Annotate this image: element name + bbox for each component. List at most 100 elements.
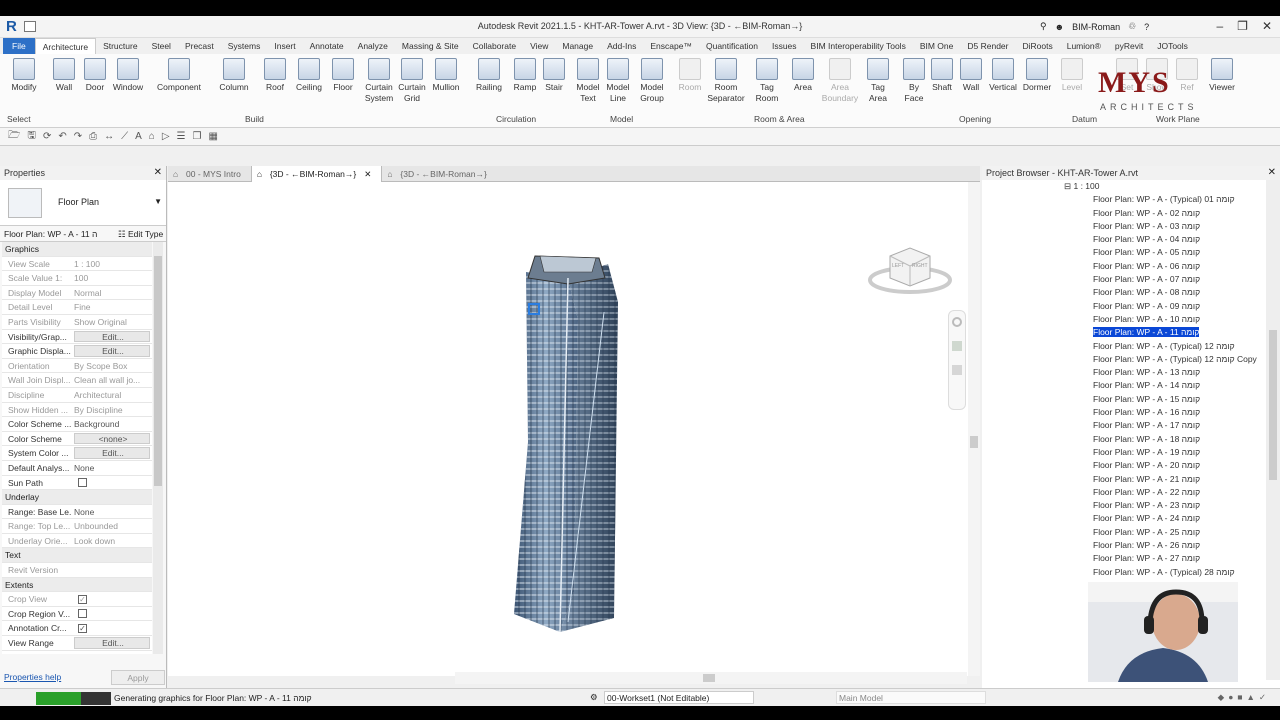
property-row[interactable]: View Range Edit... (2, 636, 152, 651)
ribbon-tab-jotools[interactable]: JOTools (1150, 38, 1195, 54)
property-row[interactable]: Crop View ✓ (2, 592, 152, 607)
tree-item-floor-plan[interactable]: Floor Plan: WP - A - 08 קומה (982, 286, 1266, 299)
floor-button[interactable]: Floor (323, 58, 363, 93)
edit-type-button[interactable]: ☷ Edit Type (118, 226, 163, 242)
property-checkbox[interactable]: ✓ (78, 624, 87, 634)
scrollbar-thumb[interactable] (154, 256, 162, 486)
property-edit-button[interactable]: <none> (74, 432, 150, 445)
property-row[interactable]: Display Model Normal (2, 285, 152, 301)
dimension-icon[interactable]: ⟋ (121, 131, 128, 142)
print-icon[interactable]: ⎙ (89, 131, 97, 142)
user-name[interactable]: BIM-Roman (1072, 22, 1120, 32)
tree-item-floor-plan[interactable]: Floor Plan: WP - A - 04 קומה (982, 233, 1266, 246)
area-boundary-button[interactable]: Area Boundary (820, 58, 860, 104)
property-category[interactable]: Underlay (2, 490, 152, 505)
property-edit-button[interactable]: Edit... (74, 637, 150, 649)
level-button[interactable]: Level (1052, 58, 1092, 93)
ribbon-tab-collaborate[interactable]: Collaborate (466, 38, 523, 54)
tree-node-scale[interactable]: ⊟ 1 : 100 (982, 180, 1266, 193)
project-browser-scrollbar[interactable] (1266, 180, 1280, 680)
property-category[interactable]: Extents (2, 577, 152, 593)
undo-icon[interactable]: ↶ (58, 131, 66, 142)
help-icon[interactable]: ? (1144, 22, 1149, 32)
property-edit-button[interactable]: Edit... (74, 330, 150, 343)
instance-selector[interactable]: Floor Plan: WP - A - 11 ה ☷ Edit Type (0, 226, 166, 242)
property-category[interactable]: Text (2, 548, 152, 564)
tree-item-floor-plan[interactable]: Floor Plan: WP - A - (Typical) 01 קומה (982, 193, 1266, 206)
close-icon[interactable]: ✕ (1262, 19, 1272, 33)
restore-icon[interactable]: ❐ (1237, 19, 1248, 33)
property-row[interactable]: Color Scheme <none> (2, 431, 152, 447)
ribbon-tab-structure[interactable]: Structure (96, 38, 145, 54)
area-button[interactable]: Area (783, 58, 823, 93)
ribbon-tab-bim-one[interactable]: BIM One (913, 38, 961, 54)
tree-item-floor-plan[interactable]: Floor Plan: WP - A - 22 קומה (982, 486, 1266, 499)
search-icon[interactable]: ⚲ (1040, 21, 1047, 32)
text-icon[interactable]: A (135, 131, 142, 142)
component-button[interactable]: Component (152, 58, 206, 93)
tree-item-floor-plan[interactable]: Floor Plan: WP - A - 17 קומה (982, 419, 1266, 432)
design-option-selector[interactable]: Main Model (836, 691, 986, 704)
viewer-button[interactable]: Viewer (1202, 58, 1242, 93)
tree-item-floor-plan[interactable]: Floor Plan: WP - A - 14 קומה (982, 379, 1266, 392)
property-row[interactable]: Sun Path (2, 475, 152, 491)
tree-item-floor-plan[interactable]: Floor Plan: WP - A - (Typical) 28 קומה (982, 566, 1266, 579)
property-row[interactable]: Show Hidden ... By Discipline (2, 402, 152, 418)
collapse-icon[interactable]: ⊟ (1064, 181, 1071, 191)
tree-item-floor-plan[interactable]: Floor Plan: WP - A - 26 קומה (982, 539, 1266, 552)
viewcube-right-face[interactable]: RIGHT (912, 263, 928, 269)
close-icon[interactable]: ✕ (154, 166, 162, 180)
redo-icon[interactable]: ↷ (74, 131, 82, 142)
ribbon-tab-precast[interactable]: Precast (178, 38, 221, 54)
property-row[interactable]: Underlay Orie... Look down (2, 533, 152, 549)
properties-scrollbar[interactable] (153, 242, 163, 654)
measure-icon[interactable]: ↔ (104, 131, 114, 142)
property-row[interactable]: Range: Base Le... None (2, 504, 152, 520)
ribbon-tab-architecture[interactable]: Architecture (34, 38, 97, 54)
tag-area-button[interactable]: Tag Area (858, 58, 898, 104)
tag-room-button[interactable]: Tag Room (747, 58, 787, 104)
type-selector[interactable]: Floor Plan ▼ (0, 180, 166, 226)
model-group-button[interactable]: Model Group (632, 58, 672, 104)
scrollbar-thumb[interactable] (1269, 330, 1277, 480)
property-row[interactable]: Associated LevelF-11 (2, 650, 152, 654)
tree-item-floor-plan[interactable]: Floor Plan: WP - A - 10 קומה (982, 313, 1266, 326)
ribbon-tab-annotate[interactable]: Annotate (303, 38, 351, 54)
viewport-vscrollbar[interactable] (968, 182, 980, 676)
tree-item-floor-plan[interactable]: Floor Plan: WP - A - 23 קומה (982, 499, 1266, 512)
tree-item-floor-plan[interactable]: Floor Plan: WP - A - 20 קומה (982, 459, 1266, 472)
switch-windows-icon[interactable]: ▦ (208, 131, 217, 142)
modify-button[interactable]: Modify (4, 58, 44, 93)
ribbon-tab-quantification[interactable]: Quantification (699, 38, 765, 54)
viewport-hscrollbar[interactable] (455, 672, 967, 684)
property-row[interactable]: Crop Region V... (2, 606, 152, 622)
minimize-icon[interactable]: – (1216, 19, 1223, 33)
property-row[interactable]: Annotation Cr... ✓ (2, 621, 152, 637)
room-button[interactable]: Room (670, 58, 710, 93)
viewcube[interactable]: LEFT RIGHT (868, 238, 952, 298)
group-room-area[interactable]: Room & Area (754, 114, 805, 124)
tree-item-floor-plan[interactable]: Floor Plan: WP - A - 25 קומה (982, 526, 1266, 539)
select-dropdown[interactable]: Select (7, 114, 31, 124)
tree-item-floor-plan[interactable]: Floor Plan: WP - A - 15 קומה (982, 393, 1266, 406)
property-row[interactable]: Orientation By Scope Box (2, 358, 152, 374)
property-row[interactable]: Color Scheme ... Background (2, 417, 152, 432)
tree-item-floor-plan[interactable]: Floor Plan: WP - A - 02 קומה (982, 207, 1266, 220)
property-edit-button[interactable]: Edit... (74, 447, 150, 459)
dormer-button[interactable]: Dormer (1017, 58, 1057, 93)
close-icon[interactable]: ✕ (1268, 166, 1276, 180)
user-area[interactable]: ⚲ ☻ BIM-Roman ♲ ? (1040, 21, 1149, 32)
ribbon-tab-file[interactable]: File (3, 38, 35, 54)
apply-button[interactable]: Apply (111, 670, 165, 685)
tree-item-floor-plan[interactable]: Floor Plan: WP - A - 21 קומה (982, 473, 1266, 486)
sync-icon[interactable]: ⟳ (43, 131, 51, 142)
chevron-down-icon[interactable]: ▼ (154, 197, 162, 206)
ribbon-tab-d5-render[interactable]: D5 Render (960, 38, 1015, 54)
ribbon-tab-view[interactable]: View (523, 38, 555, 54)
property-row[interactable]: Detail Level Fine (2, 300, 152, 315)
tree-item-floor-plan[interactable]: Floor Plan: WP - A - 13 קומה (982, 366, 1266, 379)
section-icon[interactable]: ▷ (162, 131, 170, 142)
property-row[interactable]: Graphic Displa... Edit... (2, 344, 152, 359)
tree-item-floor-plan[interactable]: Floor Plan: WP - A - 16 קומה (982, 406, 1266, 419)
property-row[interactable]: Scale Value 1: 100 (2, 271, 152, 286)
